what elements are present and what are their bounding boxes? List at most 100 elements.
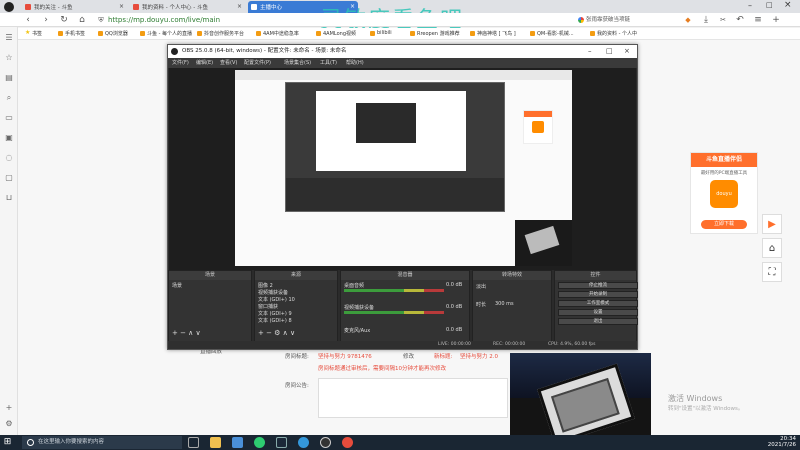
menu-profile[interactable]: 配置文件(P) xyxy=(244,59,271,66)
volume-meter xyxy=(344,311,444,314)
source-item[interactable]: 窗口捕获 xyxy=(258,303,278,310)
browser-icon[interactable] xyxy=(254,437,265,448)
taskbar-search-input[interactable]: 在这里输入你要搜索的内容 xyxy=(22,436,182,449)
reload-icon[interactable]: ↻ xyxy=(58,14,70,26)
transition-type-select[interactable]: 淡出 xyxy=(476,283,486,290)
bookmark-item[interactable]: 4AMLong视频 xyxy=(316,30,356,37)
scene-item[interactable]: 场景 xyxy=(172,282,182,289)
edit-link[interactable]: 修改 xyxy=(403,352,414,360)
menu-scene-collection[interactable]: 场景集合(S) xyxy=(284,59,311,66)
new-tab-icon[interactable]: + xyxy=(770,14,782,26)
add-source-icon[interactable]: + − ⚙ ∧ ∨ xyxy=(258,329,295,337)
add-icon[interactable]: + xyxy=(4,403,14,413)
preview-screen-capture xyxy=(235,70,572,266)
maximize-icon[interactable]: □ xyxy=(606,45,613,58)
search-input[interactable]: 张雨霏获破当项链 xyxy=(578,15,673,25)
video-icon[interactable]: ▣ xyxy=(4,133,14,143)
book-icon[interactable]: ▤ xyxy=(4,73,14,83)
source-item[interactable]: 视频捕获设备 xyxy=(258,289,288,296)
close-tab-icon[interactable]: × xyxy=(119,3,124,10)
steam-icon[interactable] xyxy=(276,437,287,448)
menu-edit[interactable]: 编辑(E) xyxy=(196,59,213,66)
undo-icon[interactable]: ↶ xyxy=(734,14,746,26)
douyu-card-subtitle: 最好用的PC端直播工具 xyxy=(700,171,748,176)
tab-my-follow[interactable]: 我的关注 - 斗鱼 × xyxy=(22,1,127,13)
bookmark-item[interactable]: 书签 xyxy=(25,29,42,37)
settings-icon[interactable]: ⚙ xyxy=(4,419,14,429)
store-icon[interactable] xyxy=(232,437,243,448)
scissors-icon[interactable]: ✂ xyxy=(717,14,729,26)
download-button[interactable]: 立即下载 xyxy=(701,220,747,229)
douyu-favicon-icon xyxy=(251,4,257,10)
douyu-companion-card[interactable]: 斗鱼直播伴侣 最好用的PC端直播工具 douyu 立即下载 xyxy=(690,152,758,234)
close-tab-icon[interactable]: × xyxy=(237,3,242,10)
chat-icon[interactable]: ◌ xyxy=(4,153,14,163)
source-item[interactable]: 文本 (GDI+) 9 xyxy=(258,310,292,317)
source-item[interactable]: 图像 2 xyxy=(258,282,273,289)
bookmark-item[interactable]: 我的资料 - 个人中 xyxy=(590,30,637,37)
download-icon[interactable]: ⤓ xyxy=(700,14,712,26)
home-icon[interactable]: ⌂ xyxy=(76,14,88,26)
task-view-icon[interactable] xyxy=(188,437,199,448)
activate-windows-title: 激活 Windows xyxy=(668,394,723,403)
game-icon[interactable]: ◆ xyxy=(682,14,694,26)
minimize-window-icon[interactable]: – xyxy=(748,1,752,10)
start-recording-button[interactable]: 开始录制 xyxy=(558,291,638,298)
bag-icon[interactable]: ▢ xyxy=(4,173,14,183)
note-icon[interactable]: ▭ xyxy=(4,113,14,123)
announcement-textarea[interactable] xyxy=(318,378,508,418)
obs-icon[interactable] xyxy=(320,437,331,448)
obs-status-bar: LIVE: 00:00:00 REC: 00:00:00 CPU: 4.9%, … xyxy=(168,341,637,349)
back-icon[interactable]: ‹ xyxy=(22,14,34,26)
duration-input[interactable]: 300 ms xyxy=(495,301,514,307)
stop-stream-button[interactable]: 停止推流 xyxy=(558,282,638,289)
tab-my-profile[interactable]: 我的资料 - 个人中心 - 斗鱼 × xyxy=(130,1,245,13)
bookmark-panel-icon[interactable]: ☰ xyxy=(4,33,14,43)
source-item[interactable]: 文本 (GDI+) 8 xyxy=(258,317,292,324)
menu-file[interactable]: 文件(F) xyxy=(172,59,189,66)
close-window-icon[interactable]: × xyxy=(784,0,792,10)
add-scene-icon[interactable]: + − ∧ ∨ xyxy=(172,329,201,337)
search-icon[interactable]: ⌕ xyxy=(4,93,14,103)
home-icon[interactable]: ⌂ xyxy=(762,238,782,258)
studio-mode-button[interactable]: 工作室模式 xyxy=(558,300,638,307)
nested-browser-header xyxy=(235,70,572,80)
douyu-app-icon[interactable] xyxy=(342,437,353,448)
settings-button[interactable]: 设置 xyxy=(558,309,638,316)
system-clock[interactable]: 20:34 2021/7/26 xyxy=(760,436,796,448)
file-explorer-icon[interactable] xyxy=(210,437,221,448)
sources-dock: 来源 图像 2 视频捕获设备 文本 (GDI+) 10 窗口捕获 文本 (GDI… xyxy=(254,270,338,342)
close-icon[interactable]: × xyxy=(624,45,630,58)
cart-icon[interactable]: ⊔ xyxy=(4,193,14,203)
menu-tools[interactable]: 工具(T) xyxy=(320,59,337,66)
menu-icon[interactable]: ≡ xyxy=(752,14,764,26)
fullscreen-icon[interactable]: ⛶ xyxy=(762,262,782,282)
source-item[interactable]: 文本 (GDI+) 10 xyxy=(258,296,295,303)
bookmark-item[interactable]: Rreopen 游戏推荐 xyxy=(410,30,460,37)
bookmark-item[interactable]: QM-看影-机械... xyxy=(530,30,574,37)
bookmark-item[interactable]: bilibili xyxy=(370,30,392,36)
windows-start-icon[interactable]: ⊞ xyxy=(2,437,13,448)
play-icon[interactable]: ▶ xyxy=(762,214,782,234)
exit-button[interactable]: 退出 xyxy=(558,318,638,325)
bookmark-item[interactable]: 抖音创作服务平台 xyxy=(197,30,244,37)
mixer-channel-db: 0.0 dB xyxy=(446,282,463,288)
shield-icon[interactable]: ⛨ xyxy=(95,14,107,26)
mixer-channel-db: 0.0 dB xyxy=(446,304,463,310)
address-bar[interactable]: https://mp.douyu.com/live/main xyxy=(108,15,578,25)
forward-icon[interactable]: › xyxy=(40,14,52,26)
controls-dock-title: 控件 xyxy=(555,271,636,280)
minimize-icon[interactable]: – xyxy=(588,45,592,58)
bookmark-item[interactable]: 4AM中途稳急率 xyxy=(256,30,299,37)
bookmark-item[interactable]: 手机书签 xyxy=(58,30,85,37)
star-icon[interactable]: ☆ xyxy=(4,53,14,63)
bookmark-item[interactable]: QQ浏览器 xyxy=(98,30,128,37)
bookmark-item[interactable]: 神庙神塔 [ 飞鸟 ] xyxy=(470,30,516,37)
obs-window[interactable]: OBS 25.0.8 (64-bit, windows) - 配置文件: 未命名… xyxy=(167,44,638,350)
menu-help[interactable]: 帮助(H) xyxy=(346,59,364,66)
menu-view[interactable]: 查看(V) xyxy=(220,59,237,66)
edge-icon[interactable] xyxy=(298,437,309,448)
bookmark-item[interactable]: 斗鱼 - 每个人的直播 xyxy=(140,30,192,37)
maximize-window-icon[interactable]: □ xyxy=(766,1,773,9)
title-review-note: 房间标题通过审核后，需要间隔10分钟才能再次修改 xyxy=(318,366,447,372)
